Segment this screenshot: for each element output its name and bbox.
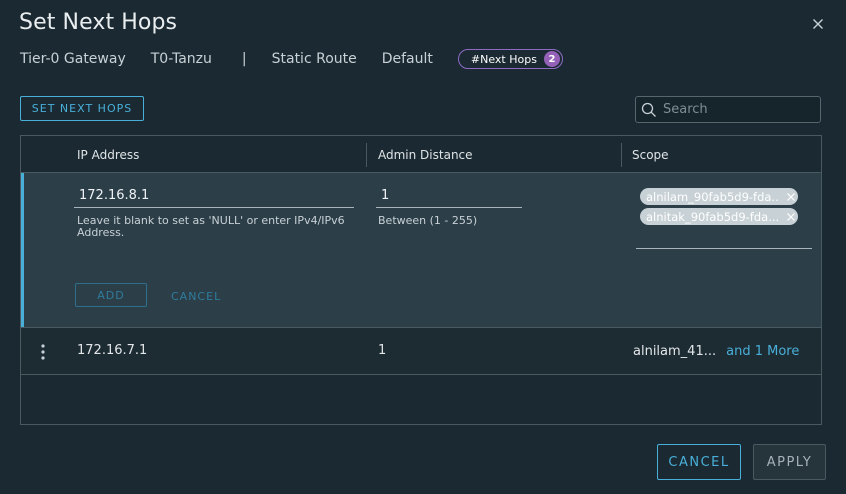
column-header-ip-address[interactable]: IP Address <box>77 148 139 162</box>
row-scope-more-link[interactable]: and 1 More <box>726 344 799 359</box>
next-hops-badge-label: #Next Hops <box>470 52 537 66</box>
apply-button[interactable]: APPLY <box>753 444 826 480</box>
row-actions-icon[interactable] <box>39 342 47 362</box>
search-icon <box>641 102 657 118</box>
admin-distance-input[interactable] <box>376 187 522 208</box>
ip-address-input[interactable] <box>74 187 354 208</box>
remove-chip-icon[interactable] <box>784 210 798 224</box>
scope-chip: alnitak_90fab5d9-fda... <box>640 208 798 225</box>
add-button[interactable]: ADD <box>75 283 147 307</box>
breadcrumb-gateway-label: Tier-0 Gateway <box>20 51 126 67</box>
column-header-scope[interactable]: Scope <box>632 148 669 162</box>
table-row: 172.16.7.1 1 alnilam_41... and 1 More <box>21 327 821 375</box>
admin-distance-helper: Between (1 - 255) <box>378 214 478 227</box>
row-scope-value: alnilam_41... <box>633 344 717 359</box>
next-hops-badge: #Next Hops 2 <box>457 49 563 69</box>
cancel-button[interactable]: CANCEL <box>657 444 741 480</box>
edit-row: Leave it blank to set as 'NULL' or enter… <box>21 173 821 327</box>
next-hops-grid: IP Address Admin Distance Scope Leave it… <box>20 135 822 425</box>
column-separator[interactable] <box>621 143 622 167</box>
close-icon[interactable] <box>808 14 828 34</box>
column-header-admin-distance[interactable]: Admin Distance <box>378 148 473 162</box>
scope-selector-input[interactable] <box>636 248 812 249</box>
row-scope: alnilam_41... and 1 More <box>633 344 799 359</box>
breadcrumb-gateway-name: T0-Tanzu <box>150 51 212 67</box>
breadcrumb-route-name: Default <box>381 51 433 67</box>
row-admin-distance: 1 <box>378 343 387 358</box>
set-next-hops-dialog: Set Next Hops Tier-0 Gateway T0-Tanzu | … <box>0 0 846 494</box>
next-hops-count: 2 <box>543 51 560 67</box>
scope-chip: alnilam_90fab5d9-fda... <box>640 188 798 205</box>
remove-chip-icon[interactable] <box>784 190 798 204</box>
row-ip-address: 172.16.7.1 <box>77 343 148 358</box>
dialog-title: Set Next Hops <box>19 10 178 35</box>
set-next-hops-button[interactable]: SET NEXT HOPS <box>20 96 144 121</box>
breadcrumb-separator: | <box>241 51 247 67</box>
grid-header: IP Address Admin Distance Scope <box>21 136 821 173</box>
scope-chip-label: alnitak_90fab5d9-fda... <box>646 209 778 224</box>
breadcrumb-route-label: Static Route <box>271 51 357 67</box>
search-box[interactable] <box>635 96 821 123</box>
scope-chip-label: alnilam_90fab5d9-fda... <box>646 189 778 204</box>
breadcrumb: Tier-0 Gateway T0-Tanzu | Static Route D… <box>20 48 563 70</box>
search-input[interactable] <box>663 102 813 117</box>
cancel-edit-button[interactable]: CANCEL <box>171 290 221 303</box>
column-separator[interactable] <box>366 143 367 167</box>
ip-address-helper: Leave it blank to set as 'NULL' or enter… <box>77 214 345 239</box>
